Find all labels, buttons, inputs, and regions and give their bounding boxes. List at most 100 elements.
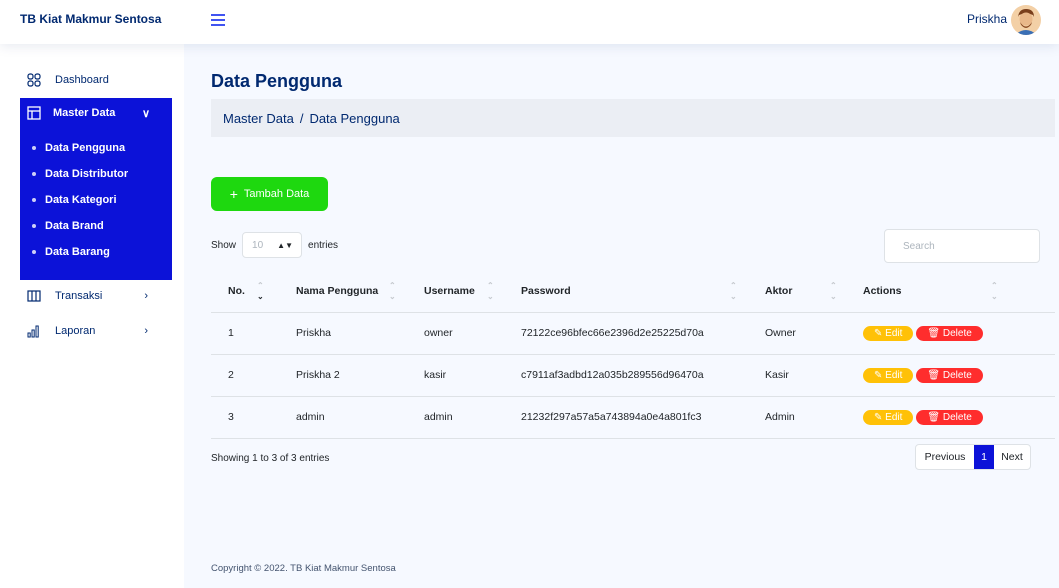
pagination: Previous 1 Next (915, 444, 1031, 470)
search-input[interactable]: Search (884, 229, 1040, 263)
sidebar-item-master-data[interactable]: Master Data ∨ (20, 98, 172, 128)
top-bar: TB Kiat Makmur Sentosa Priskha (0, 0, 1059, 44)
column-header-password[interactable]: Password ⌃ ⌄ (504, 270, 748, 313)
bullet-icon (32, 172, 36, 176)
sort-icon: ⌃ ⌄ (991, 281, 998, 301)
page-1-button[interactable]: 1 (974, 445, 994, 469)
cell-no: 2 (211, 354, 279, 397)
edit-label: Edit (885, 411, 903, 423)
breadcrumb-separator: / (299, 110, 304, 126)
menu-toggle-icon[interactable] (211, 14, 225, 26)
sidebar-item-dashboard[interactable]: Dashboard (20, 68, 172, 92)
add-data-button[interactable]: + Tambah Data (211, 177, 328, 211)
chevron-right-icon: › (144, 325, 148, 337)
table-icon (27, 106, 41, 120)
cell-password: 72122ce96bfec66e2396d2e25225d70a (504, 312, 748, 355)
cell-username: owner (407, 312, 504, 355)
sidebar: Dashboard Master Data ∨ Data Pengguna Da… (0, 44, 184, 588)
user-name[interactable]: Priskha (967, 12, 1007, 26)
cell-actions: ✎ Edit 🗑 Delete (846, 354, 1055, 397)
column-header-label: Password (521, 284, 571, 297)
sidebar-subitem-data-pengguna[interactable]: Data Pengguna (20, 136, 172, 160)
column-header-aktor[interactable]: Aktor ⌃ ⌄ (748, 270, 846, 313)
sidebar-subitem-data-kategori[interactable]: Data Kategori (20, 188, 172, 212)
main-content: Data Pengguna Master Data / Data Penggun… (184, 44, 1059, 588)
cell-username: admin (407, 396, 504, 439)
delete-label: Delete (942, 327, 972, 339)
column-header-label: No. (228, 284, 245, 297)
cell-aktor: Admin (748, 396, 846, 439)
sort-icon: ⌃ ⌄ (730, 281, 737, 301)
pencil-icon: ✎ (874, 369, 883, 381)
cell-actions: ✎ Edit 🗑 Delete (846, 396, 1055, 439)
delete-button[interactable]: 🗑 Delete (916, 325, 983, 341)
entries-label: entries (308, 239, 339, 251)
column-header-label: Username (424, 284, 475, 297)
breadcrumb: Master Data / Data Pengguna (211, 99, 1055, 137)
footer-copyright: Copyright © 2022. TB Kiat Makmur Sentosa (211, 563, 396, 574)
breadcrumb-link[interactable]: Master Data (223, 111, 294, 126)
entries-select-value: 10 (252, 239, 264, 251)
add-data-label: Tambah Data (243, 188, 310, 200)
edit-button[interactable]: ✎ Edit (863, 325, 914, 341)
edit-button[interactable]: ✎ Edit (863, 409, 914, 425)
columns-icon (27, 290, 41, 302)
column-header-label: Aktor (765, 284, 793, 297)
pencil-icon: ✎ (874, 411, 883, 423)
edit-button[interactable]: ✎ Edit (863, 367, 914, 383)
cell-aktor: Owner (748, 312, 846, 355)
sort-icon: ⌃ ⌄ (830, 281, 837, 301)
cell-password: c7911af3adbd12a035b289556d96470a (504, 354, 748, 397)
sidebar-item-label: Laporan (55, 325, 96, 337)
delete-label: Delete (942, 411, 972, 423)
users-table: No. ⌃ ⌄ Nama Pengguna ⌃ ⌄ Username ⌃ ⌄ Pass… (211, 270, 1055, 439)
plus-icon: + (229, 186, 238, 202)
sidebar-subitem-data-distributor[interactable]: Data Distributor (20, 162, 172, 186)
trash-icon: 🗑 (927, 411, 941, 423)
column-header-nama-pengguna[interactable]: Nama Pengguna ⌃ ⌄ (279, 270, 407, 313)
show-label: Show (211, 239, 237, 251)
sidebar-subitem-label: Data Kategori (45, 194, 117, 206)
column-header-no[interactable]: No. ⌃ ⌄ (211, 270, 279, 313)
bullet-icon (32, 224, 36, 228)
cell-nama: admin (279, 396, 407, 439)
cell-username: kasir (407, 354, 504, 397)
sort-icon: ⌃ ⌄ (389, 281, 396, 301)
entries-select[interactable]: 10 ▲▼ (242, 232, 303, 258)
avatar[interactable] (1011, 5, 1041, 35)
column-header-label: Actions (863, 284, 902, 297)
table-row: 2 Priskha 2 kasir c7911af3adbd12a035b289… (211, 354, 1055, 397)
column-header-actions[interactable]: Actions ⌃ ⌄ (846, 270, 1055, 313)
bullet-icon (32, 198, 36, 202)
grid-icon (27, 73, 41, 87)
cell-no: 1 (211, 312, 279, 355)
next-page-button[interactable]: Next (994, 445, 1030, 469)
table-info: Showing 1 to 3 of 3 entries (211, 453, 330, 464)
column-header-username[interactable]: Username ⌃ ⌄ (407, 270, 504, 313)
sidebar-item-laporan[interactable]: Laporan › (20, 319, 172, 343)
user-avatar-icon (1011, 5, 1041, 35)
select-arrows-icon: ▲▼ (277, 240, 294, 250)
cell-password: 21232f297a57a5a743894a0e4a801fc3 (504, 396, 748, 439)
sort-icon: ⌃ ⌄ (257, 281, 264, 301)
cell-nama: Priskha 2 (279, 354, 407, 397)
sidebar-item-label: Transaksi (55, 290, 103, 302)
sidebar-subitem-data-barang[interactable]: Data Barang (20, 240, 172, 264)
sidebar-subitem-data-brand[interactable]: Data Brand (20, 214, 172, 238)
delete-button[interactable]: 🗑 Delete (916, 367, 983, 383)
edit-label: Edit (885, 327, 903, 339)
sidebar-item-label: Master Data (53, 107, 116, 119)
sidebar-group-master-data: Master Data ∨ Data Pengguna Data Distrib… (20, 98, 172, 280)
delete-button[interactable]: 🗑 Delete (916, 409, 983, 425)
sidebar-item-label: Dashboard (55, 74, 109, 86)
previous-page-button[interactable]: Previous (916, 445, 974, 469)
sidebar-item-transaksi[interactable]: Transaksi › (20, 284, 172, 308)
brand-logo[interactable]: TB Kiat Makmur Sentosa (20, 12, 161, 26)
sort-icon: ⌃ ⌄ (487, 281, 494, 301)
breadcrumb-current: Data Pengguna (309, 110, 400, 126)
trash-icon: 🗑 (927, 327, 941, 339)
cell-nama: Priskha (279, 312, 407, 355)
trash-icon: 🗑 (927, 369, 941, 381)
cell-actions: ✎ Edit 🗑 Delete (846, 312, 1055, 355)
cell-aktor: Kasir (748, 354, 846, 397)
